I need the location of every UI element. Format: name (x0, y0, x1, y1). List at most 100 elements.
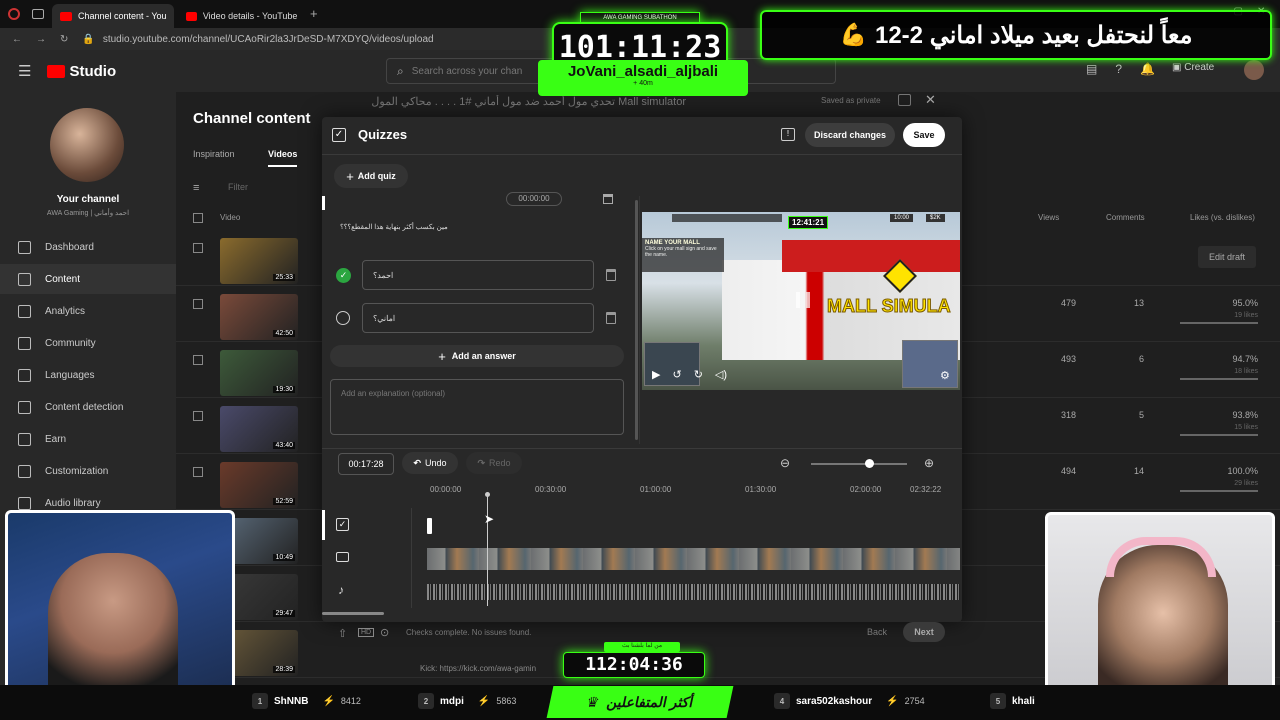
url-text[interactable]: studio.youtube.com/channel/UCAoRir2la3Jr… (103, 34, 434, 45)
sidebar-item-customization[interactable]: Customization (0, 456, 176, 486)
account-avatar[interactable] (1244, 60, 1264, 80)
video-thumbnail[interactable]: 43:40 (220, 406, 298, 452)
dashboard-icon (18, 240, 31, 254)
filter-icon[interactable]: ≡ (193, 182, 199, 194)
row-checkbox[interactable] (193, 299, 203, 309)
undo-button[interactable]: ↶ Undo (402, 452, 458, 474)
answer-field[interactable]: اماني؟ (362, 303, 594, 333)
back-button[interactable]: Back (867, 627, 887, 637)
quiz-time-field[interactable]: 00:00:00 (506, 192, 562, 206)
video-thumbnail[interactable]: 42:50 (220, 294, 298, 340)
zoom-slider-handle[interactable] (864, 459, 874, 468)
reload-icon[interactable]: ↻ (60, 34, 68, 45)
video-thumbnail[interactable]: 19:30 (220, 350, 298, 396)
tab-list-icon[interactable] (32, 9, 44, 19)
redo-button[interactable]: ↷ Redo (466, 452, 522, 474)
next-button[interactable]: Next (903, 622, 945, 642)
select-all-checkbox[interactable] (193, 213, 203, 223)
quiz-alert-icon[interactable]: ! (781, 128, 795, 141)
row-checkbox[interactable] (193, 411, 203, 421)
sidebar-item-dashboard[interactable]: Dashboard (0, 232, 176, 262)
timeline-tick-label: 00:00:00 (430, 485, 462, 494)
playhead-knob[interactable] (485, 492, 490, 497)
video-details-alert-icon[interactable] (898, 94, 911, 106)
timeline-scrollbar[interactable] (322, 612, 384, 615)
playhead[interactable] (487, 494, 488, 606)
edit-draft-button[interactable]: Edit draft (1198, 246, 1256, 268)
quiz-question[interactable]: مين بكسب أكثر بنهاية هذا المقطع؟؟؟ (340, 223, 448, 231)
zoom-slider-track[interactable] (811, 463, 907, 465)
explanation-input[interactable]: Add an explanation (optional) (330, 379, 624, 435)
quiz-marker[interactable] (427, 518, 432, 534)
row-checkbox[interactable] (193, 467, 203, 477)
sidebar-item-label: Audio library (45, 497, 101, 509)
redo-icon: ↷ (477, 457, 486, 468)
row-likes-percent: 95.0% (1232, 298, 1258, 308)
feedback-icon[interactable]: ▤ (1086, 62, 1097, 76)
play-icon[interactable]: ▶ (652, 368, 660, 381)
languages-icon (18, 368, 31, 382)
sidebar-item-community[interactable]: Community (0, 328, 176, 358)
sidebar-item-label: Analytics (45, 305, 86, 317)
answer-field[interactable]: احمد؟ (362, 260, 594, 290)
sidebar-item-analytics[interactable]: Analytics (0, 296, 176, 326)
video-filmstrip (427, 548, 960, 570)
row-checkbox[interactable] (193, 243, 203, 253)
delete-answer-icon[interactable] (606, 312, 616, 324)
leader-points: 2754 (904, 696, 925, 706)
video-duration: 19:30 (273, 386, 295, 393)
leader-name: ShNNB (274, 695, 309, 707)
studio-logo-label: Studio (69, 62, 117, 80)
tab-inspiration[interactable]: Inspiration (193, 149, 235, 159)
video-thumbnail[interactable]: 52:59 (220, 462, 298, 508)
hamburger-menu-icon[interactable]: ☰ (18, 62, 31, 80)
add-quiz-button[interactable]: + Add quiz (334, 164, 408, 188)
video-track-icon (336, 552, 349, 562)
studio-logo[interactable]: Studio (47, 63, 116, 80)
help-icon[interactable]: ? (1115, 62, 1122, 76)
leaderboard-entry: 1 ShNNB ⚡ 8412 (252, 689, 361, 713)
back-arrow-icon[interactable]: ← (12, 34, 22, 45)
tab-video-details[interactable]: Video details - YouTube St (178, 4, 306, 28)
donor-added: + 40m (633, 80, 653, 87)
current-time[interactable]: 00:17:28 (338, 453, 394, 475)
sidebar-item-languages[interactable]: Languages (0, 360, 176, 390)
toolbar-divider (322, 448, 962, 449)
editor-scrollbar[interactable] (635, 200, 638, 440)
video-thumbnail[interactable]: 25:33 (220, 238, 298, 284)
notifications-icon[interactable]: 🔔 (1140, 62, 1155, 76)
channel-avatar[interactable] (50, 108, 124, 182)
tab-channel-content[interactable]: Channel content - You (52, 4, 174, 28)
zoom-in-icon[interactable]: ⊕ (924, 456, 934, 470)
answer-correct-check-icon[interactable]: ✓ (336, 268, 351, 283)
video-preview[interactable]: MALL SIMULA NAME YOUR MALL Click on your… (642, 212, 960, 390)
forward-10-icon[interactable]: ↻ (694, 368, 703, 381)
player-settings-icon[interactable]: ⚙ (940, 369, 950, 382)
quiz-delete-icon[interactable] (603, 194, 613, 204)
zoom-out-icon[interactable]: ⊖ (780, 456, 790, 470)
row-likes-count: 29 likes (1234, 480, 1258, 487)
create-button[interactable]: ▣ Create (1172, 62, 1214, 73)
redo-label: Redo (489, 458, 511, 468)
delete-answer-icon[interactable] (606, 269, 616, 281)
sidebar-item-earn[interactable]: Earn (0, 424, 176, 454)
row-checkbox[interactable] (193, 355, 203, 365)
volume-icon[interactable]: ◁) (715, 368, 727, 381)
tab-videos[interactable]: Videos (268, 149, 298, 167)
save-button[interactable]: Save (903, 123, 945, 147)
new-tab-button[interactable]: + (310, 6, 318, 21)
close-dialog-icon[interactable]: ✕ (925, 92, 936, 108)
sidebar-item-content-detection[interactable]: Content detection (0, 392, 176, 422)
browser-menu-icon[interactable] (8, 8, 20, 20)
answer-radio-icon[interactable] (336, 311, 350, 325)
filter-input[interactable]: Filter (228, 182, 248, 192)
rewind-10-icon[interactable]: ↺ (672, 368, 681, 381)
forward-arrow-icon[interactable]: → (36, 34, 46, 45)
video-duration: 52:59 (273, 498, 295, 505)
lightning-icon: ⚡ (886, 695, 899, 707)
sidebar-item-content[interactable]: Content (0, 264, 176, 294)
sidebar-item-label: Content (45, 273, 81, 285)
undo-icon: ↶ (413, 457, 422, 468)
discard-changes-button[interactable]: Discard changes (805, 123, 895, 147)
add-answer-button[interactable]: + Add an answer (330, 345, 624, 367)
